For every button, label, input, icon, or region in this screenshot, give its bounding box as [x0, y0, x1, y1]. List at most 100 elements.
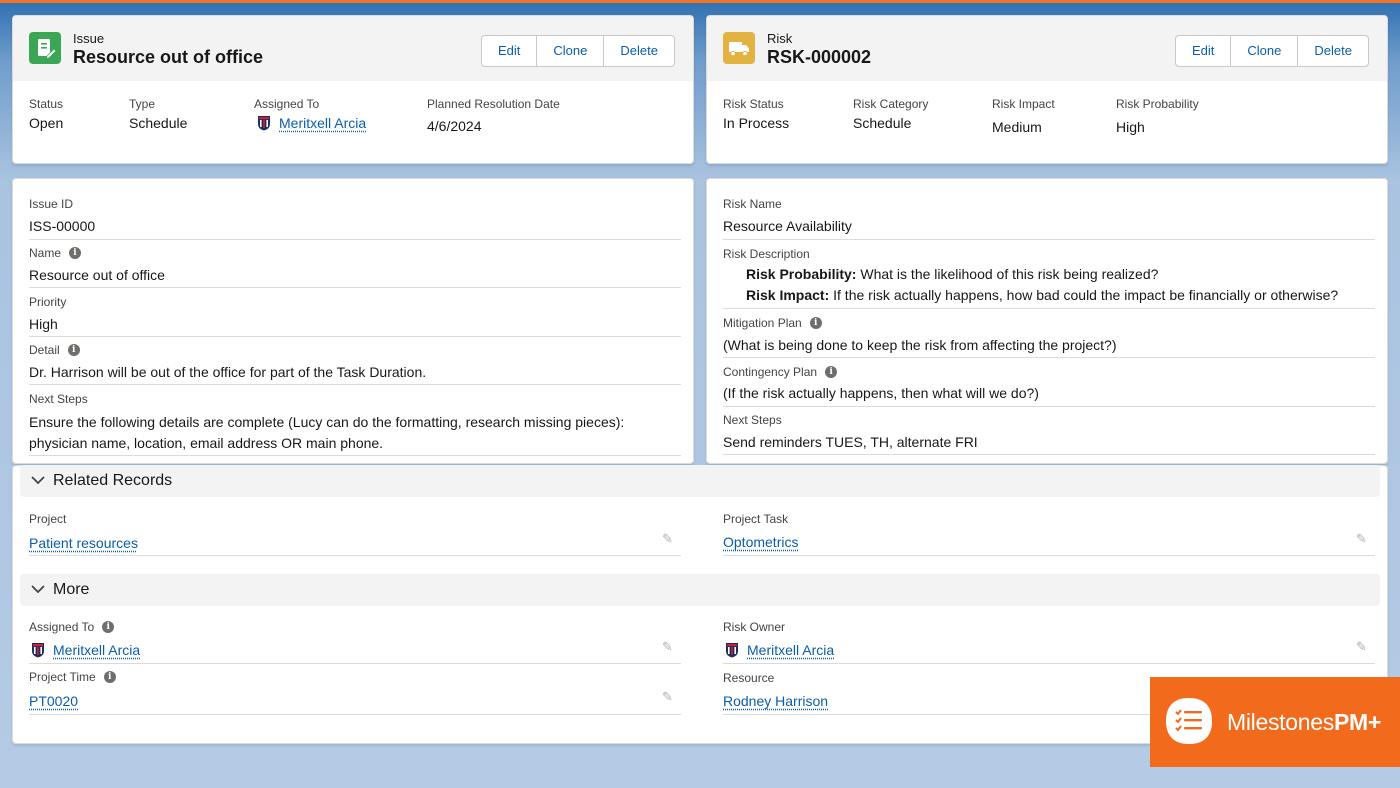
field-label-mitigation-plan: Mitigation Plan i: [723, 316, 822, 330]
assigned-to-link[interactable]: Meritxell Arcia: [279, 115, 366, 131]
field-value-detail: Dr. Harrison will be out of the office f…: [29, 364, 427, 380]
field-divider: [723, 714, 1150, 715]
field-divider: [29, 555, 681, 556]
pencil-icon[interactable]: ✎: [1356, 639, 1367, 655]
field-divider: [723, 555, 1375, 556]
field-label-assigned-to: Assigned To i: [29, 620, 115, 634]
field-label-detail: Detail i: [29, 343, 80, 357]
edit-button[interactable]: Edit: [1176, 36, 1232, 66]
field-value-mitigation-plan: (What is being done to keep the risk fro…: [723, 337, 1117, 353]
info-icon[interactable]: i: [102, 621, 115, 633]
field-label-next-steps: Next Steps: [29, 392, 88, 406]
field-value-next-steps-line1: Ensure the following details are complet…: [29, 414, 625, 430]
project-link[interactable]: Patient resources: [29, 535, 138, 551]
highlight-label-risk-status: Risk Status: [723, 97, 784, 111]
field-value-project-task: Optometrics: [723, 534, 798, 550]
field-label-name: Name i: [29, 246, 82, 260]
field-label-project-task: Project Task: [723, 512, 789, 526]
highlight-label-risk-probability: Risk Probability: [1116, 97, 1199, 111]
field-divider: [29, 336, 681, 337]
field-divider: [29, 239, 681, 240]
field-value-contingency-plan: (If the risk actually happens, then what…: [723, 385, 1039, 401]
field-label-project-time: Project Time i: [29, 670, 116, 684]
project-time-link[interactable]: PT0020: [29, 693, 78, 709]
project-task-link[interactable]: Optometrics: [723, 534, 798, 550]
highlight-value-type: Schedule: [129, 115, 188, 131]
probability-term: Risk Probability:: [746, 266, 857, 282]
crest-avatar-icon: [725, 642, 739, 658]
section-title: Related Records: [53, 472, 173, 489]
section-more[interactable]: More: [20, 574, 1380, 606]
highlight-label-assigned-to: Assigned To: [254, 97, 320, 111]
risk-owner-link[interactable]: Meritxell Arcia: [747, 642, 834, 658]
risk-details-card: Risk Name Resource Availability Risk Des…: [706, 178, 1388, 464]
document-edit-icon: [29, 32, 61, 64]
field-divider: [29, 663, 681, 664]
chevron-down-icon: [30, 471, 46, 489]
field-label-risk-next-steps: Next Steps: [723, 413, 782, 427]
field-value-risk-owner: Meritxell Arcia: [725, 642, 834, 658]
field-divider: [723, 357, 1375, 358]
section-related-records[interactable]: Related Records: [20, 465, 1380, 497]
action-buttons: Edit Clone Delete: [481, 35, 675, 67]
highlight-label-type: Type: [129, 97, 156, 111]
highlight-label-risk-category: Risk Category: [853, 97, 929, 111]
highlight-value-status: Open: [29, 115, 64, 131]
risk-header: Risk RSK-000002 Edit Clone Delete: [707, 16, 1387, 81]
field-label-risk-name: Risk Name: [723, 197, 782, 211]
highlight-value-risk-category: Schedule: [853, 115, 912, 131]
field-divider: [723, 239, 1375, 240]
assigned-to-link[interactable]: Meritxell Arcia: [53, 642, 140, 658]
pencil-icon[interactable]: ✎: [662, 689, 673, 705]
field-value-project: Patient resources: [29, 535, 138, 551]
field-value-issue-id: ISS-00000: [29, 218, 96, 234]
field-label-risk-owner: Risk Owner: [723, 620, 786, 634]
field-value-resource: Rodney Harrison: [723, 693, 828, 709]
issue-details-card: Issue ID ISS-00000 Name i Resource out of…: [12, 178, 694, 464]
field-value-assigned-to: Meritxell Arcia: [31, 642, 140, 658]
field-divider: [723, 308, 1375, 309]
edit-button[interactable]: Edit: [482, 36, 538, 66]
accent-bar: [0, 0, 1400, 3]
clone-button[interactable]: Clone: [537, 36, 605, 66]
clone-button[interactable]: Clone: [1231, 36, 1299, 66]
field-divider: [29, 287, 681, 288]
info-icon[interactable]: i: [103, 671, 116, 683]
pencil-icon[interactable]: ✎: [1356, 531, 1367, 547]
info-icon[interactable]: i: [809, 317, 822, 329]
info-icon[interactable]: i: [825, 366, 838, 378]
logo-wordmark: MilestonesPM+: [1227, 709, 1381, 735]
field-label-issue-id: Issue ID: [29, 197, 74, 211]
crest-avatar-icon: [257, 115, 271, 131]
info-icon[interactable]: i: [67, 344, 80, 356]
highlight-label-planned-date: Planned Resolution Date: [427, 97, 560, 111]
chevron-down-icon: [30, 580, 46, 598]
field-divider: [723, 663, 1375, 664]
resource-link[interactable]: Rodney Harrison: [723, 693, 828, 709]
info-icon[interactable]: i: [69, 247, 82, 259]
field-value-priority: High: [29, 316, 58, 332]
highlight-label-status: Status: [29, 97, 64, 111]
field-divider: [29, 714, 681, 715]
truck-icon: [723, 32, 755, 64]
delete-button[interactable]: Delete: [604, 36, 674, 66]
highlight-value-risk-status: In Process: [723, 115, 790, 131]
highlight-value-planned-date: 4/6/2024: [427, 118, 482, 134]
impact-term: Risk Impact:: [746, 287, 830, 303]
field-divider: [29, 455, 681, 456]
field-value-risk-next-steps: Send reminders TUES, TH, alternate FRI: [723, 434, 978, 450]
field-value-project-time: PT0020: [29, 693, 78, 709]
field-divider: [723, 454, 1375, 455]
crest-avatar-icon: [31, 642, 45, 658]
field-divider: [29, 384, 681, 385]
delete-button[interactable]: Delete: [1298, 36, 1368, 66]
field-value-risk-probability-desc: Risk Probability: What is the likelihood…: [746, 266, 1159, 282]
pencil-icon[interactable]: ✎: [662, 639, 673, 655]
pencil-icon[interactable]: ✎: [662, 531, 673, 547]
field-value-name: Resource out of office: [29, 267, 165, 283]
checklist-icon: [1164, 696, 1214, 746]
record-title: RSK-000002: [767, 47, 872, 67]
highlight-value-assigned-to: Meritxell Arcia: [257, 115, 366, 131]
field-label-priority: Priority: [29, 295, 67, 309]
field-divider: [723, 406, 1375, 407]
